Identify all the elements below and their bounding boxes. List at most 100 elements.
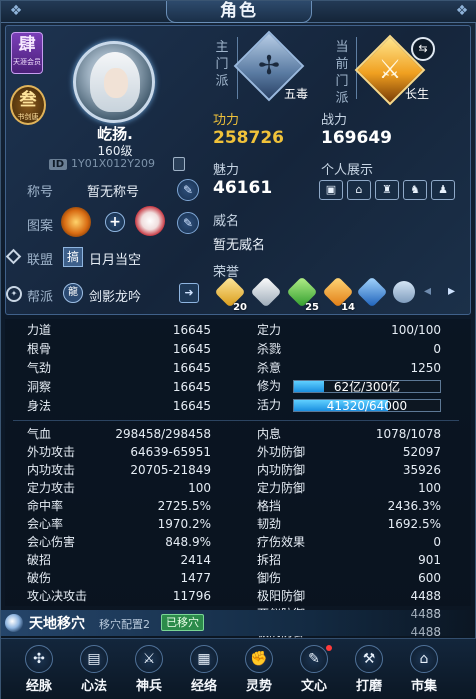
stat-value: 100 [188, 481, 211, 495]
stat-value: 16645 [172, 342, 211, 356]
nav-item[interactable]: ⚒ 打磨 [345, 645, 391, 697]
nav-item[interactable]: ⌂ 市集 [400, 645, 446, 697]
stat-label: 杀意 [257, 361, 282, 375]
city-icon[interactable]: ♜ [375, 180, 399, 200]
stat-row: 定力防御 100 [257, 480, 441, 497]
current-sect-name: 长生 [405, 87, 430, 101]
nav-item[interactable]: ✊ 灵势 [235, 645, 281, 697]
stat-row: 韧劲 1692.5% [257, 516, 441, 533]
stat-row: 命中率 2725.5% [27, 498, 211, 515]
copy-icon[interactable] [173, 157, 185, 171]
nav-item[interactable]: ✣ 经脉 [15, 645, 61, 697]
stat-label: 洞察 [27, 380, 52, 394]
gold-honor-icon[interactable]: 20 [214, 276, 247, 313]
add-pattern-button[interactable]: + [105, 212, 125, 232]
rank-badge-small: 书剑唐 [17, 113, 39, 121]
stat-row: 格挡 2436.3% [257, 498, 441, 515]
stat-row: 御伤 600 [257, 570, 441, 587]
stat-row: 外功防御 52097 [257, 444, 441, 461]
mount-icon[interactable]: ♞ [403, 180, 427, 200]
stat-value: 16645 [172, 361, 211, 375]
orange-honor-icon[interactable]: 14 [322, 276, 355, 313]
xiuwei-bar: 62亿/300亿 [293, 380, 441, 393]
stat-row: 定力 100/100 [257, 322, 441, 339]
stat-row: 杀意 1250 [257, 360, 441, 377]
stat-value: 16645 [172, 380, 211, 394]
stat-label: 会心伤害 [27, 535, 76, 549]
stat-label: 韧劲 [257, 517, 282, 531]
stat-value: 2725.5% [157, 499, 211, 513]
stat-value: 1078/1078 [375, 427, 441, 441]
player-id: ID 1Y01X012Y209 [49, 157, 155, 173]
huoli-row: 活力 [257, 397, 297, 414]
stat-label: 内功防御 [257, 463, 306, 477]
player-name: 屹扬. [97, 125, 133, 143]
stat-row: 极阳防御 4488 [257, 588, 441, 605]
stat-label: 破伤 [27, 571, 52, 585]
faction-enter-icon[interactable]: ➜ [179, 283, 199, 303]
blue-list-honor-icon[interactable] [356, 276, 388, 309]
bottom-nav: ✣ 经脉 ▤ 心法 ⚔ 神兵 ▦ 经络 ✊ 灵势 ✎ 文心 ⚒ 打磨 ⌂ 市集 [1, 638, 476, 699]
stat-value: 11796 [172, 589, 211, 603]
silver-gem-honor-icon[interactable] [388, 276, 420, 309]
window-title: 角色 [220, 1, 258, 21]
stat-value: 1692.5% [387, 517, 441, 531]
alliance-value[interactable]: 日月当空 [89, 249, 141, 268]
weapon-icon: ⚔ [135, 645, 163, 673]
fire-emblem-icon[interactable] [61, 207, 91, 237]
faction-mark: 龍 [63, 283, 83, 303]
stat-label: 会心率 [27, 517, 64, 531]
nav-item[interactable]: ✎ 文心 [290, 645, 336, 697]
outfit-icon[interactable]: ♟ [431, 180, 455, 200]
nav-item[interactable]: ▤ 心法 [70, 645, 116, 697]
stat-label: 疗伤效果 [257, 535, 306, 549]
sword-emblem-icon[interactable] [135, 206, 165, 236]
fame-label: 威名 [213, 214, 240, 229]
nav-label: 文心 [300, 679, 327, 694]
stat-row: 气劲 16645 [27, 360, 211, 377]
nav-label: 灵势 [245, 679, 272, 694]
vip-badge[interactable]: 肆 天涯会员 [11, 32, 43, 74]
green-honor-icon[interactable]: 25 [286, 276, 319, 313]
acupoint-bar[interactable]: 天地移穴 移穴配置2 已移穴 [1, 610, 476, 636]
title-ornament-right-icon: ❖ [455, 3, 469, 19]
stat-row: 内功攻击 20705-21849 [27, 462, 211, 479]
title-label: 称号 [27, 185, 54, 200]
title-value: 暂无称号 [87, 185, 140, 200]
stat-row: 攻心决攻击 11796 [27, 588, 211, 605]
rank-badge[interactable]: 叁 书剑唐 [10, 85, 46, 125]
id-card-icon[interactable]: ▣ [319, 180, 343, 200]
honor-prev-arrow-icon[interactable]: ◂ [424, 283, 434, 299]
edit-pattern-brush-icon[interactable]: ✎ [177, 212, 199, 234]
alliance-label: 联盟 [27, 253, 54, 268]
nav-label: 神兵 [135, 679, 162, 694]
honor-next-arrow-icon[interactable]: ▸ [448, 283, 458, 299]
stat-row: 破伤 1477 [27, 570, 211, 587]
edit-title-brush-icon[interactable]: ✎ [177, 179, 199, 201]
honor-label: 荣誉 [213, 265, 240, 280]
stat-label: 定力防御 [257, 481, 306, 495]
huoli-bar: 41320/64000 [293, 399, 441, 412]
stat-value: 2414 [180, 553, 211, 567]
stat-value: 100 [418, 481, 441, 495]
swap-sect-icon[interactable]: ⇆ [411, 37, 435, 61]
avatar[interactable] [73, 41, 155, 123]
nav-item[interactable]: ▦ 经络 [180, 645, 226, 697]
yin-yang-icon [5, 614, 23, 632]
stat-value: 1970.2% [157, 517, 211, 531]
meridian-icon: ✣ [25, 645, 53, 673]
xiuwei-label: 修为 [257, 379, 282, 393]
stat-label: 定力 [257, 323, 282, 337]
acupoint-config: 移穴配置2 [99, 618, 150, 631]
stat-value: 600 [418, 571, 441, 585]
charm-label: 魅力 [213, 163, 240, 178]
stat-value: 16645 [172, 399, 211, 413]
scroll-icon: ▤ [80, 645, 108, 673]
white-honor-icon[interactable] [250, 276, 282, 309]
house-icon[interactable]: ⌂ [347, 180, 371, 200]
stat-value: 848.9% [165, 535, 211, 549]
rank-badge-big: 叁 [19, 90, 37, 110]
nav-item[interactable]: ⚔ 神兵 [125, 645, 171, 697]
brush-icon: ✎ [300, 645, 328, 673]
faction-value[interactable]: 剑影龙吟 [89, 286, 141, 305]
